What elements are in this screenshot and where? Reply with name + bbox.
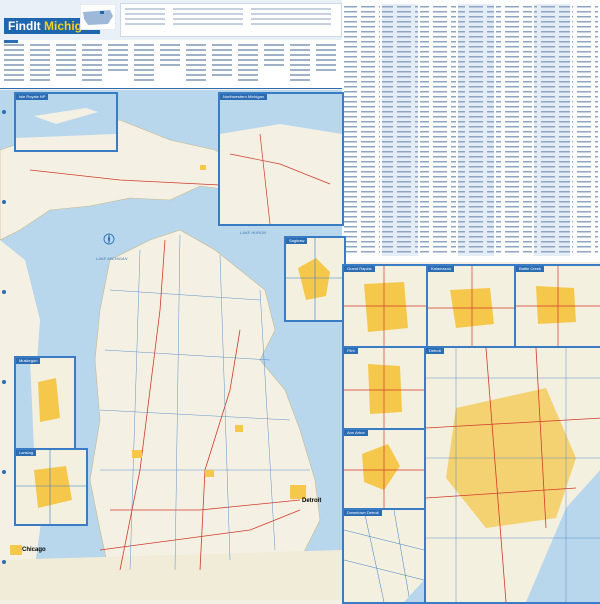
inset-title-saginaw: Saginaw (286, 238, 308, 244)
inset-detroit-metro[interactable]: Detroit (424, 346, 600, 604)
grid-marker (2, 290, 6, 294)
inset-saginaw[interactable]: Saginaw (284, 236, 346, 322)
inset-title-isle-royale: Isle Royale NP (16, 94, 49, 100)
header: FindIt Michigan (0, 0, 342, 42)
detroit-label: Detroit (302, 498, 322, 504)
inset-muskegon[interactable]: Muskegon (14, 356, 76, 452)
inset-kalamazoo[interactable]: Kalamazoo (426, 264, 516, 350)
inset-title-downtown-detroit: Downtown Detroit (344, 510, 382, 516)
inset-flint[interactable]: Flint (342, 346, 426, 432)
inset-title-ann-arbor: Ann Arbor (344, 430, 368, 436)
brand-find: FindIt (8, 19, 41, 33)
inset-northwestern-michigan[interactable]: Northwestern Michigan (218, 92, 344, 226)
lake-huron-label: LAKE HURON (240, 230, 267, 235)
grid-marker (2, 380, 6, 384)
inset-title-flint: Flint (344, 348, 358, 354)
compass-icon (103, 233, 115, 245)
inset-ann-arbor[interactable]: Ann Arbor (342, 428, 426, 512)
inset-downtown-detroit[interactable]: Downtown Detroit (342, 508, 426, 604)
city-index-right (342, 0, 600, 262)
inset-title-muskegon: Muskegon (16, 358, 41, 364)
inset-lansing[interactable]: Lansing (14, 448, 88, 526)
grid-marker (2, 470, 6, 474)
inset-title-grand-rapids: Grand Rapids (344, 266, 375, 272)
inset-title-lansing: Lansing (16, 450, 37, 456)
city-index-top (0, 40, 342, 89)
inset-title-kalamazoo: Kalamazoo (428, 266, 455, 272)
legend-panel (120, 3, 342, 37)
us-locator-map (80, 4, 116, 30)
lake-michigan-label: LAKE MICHIGAN (96, 256, 128, 261)
inset-battle-creek[interactable]: Battle Creek (514, 264, 600, 350)
inset-title-northwestern: Northwestern Michigan (220, 94, 267, 100)
chicago-label: Chicago (22, 547, 46, 553)
grid-marker (2, 200, 6, 204)
inset-isle-royale[interactable]: Isle Royale NP (14, 92, 118, 152)
inset-grand-rapids[interactable]: Grand Rapids (342, 264, 428, 350)
grid-marker (2, 560, 6, 564)
inset-title-battle-creek: Battle Creek (516, 266, 545, 272)
inset-title-detroit: Detroit (426, 348, 444, 354)
grid-marker (2, 110, 6, 114)
